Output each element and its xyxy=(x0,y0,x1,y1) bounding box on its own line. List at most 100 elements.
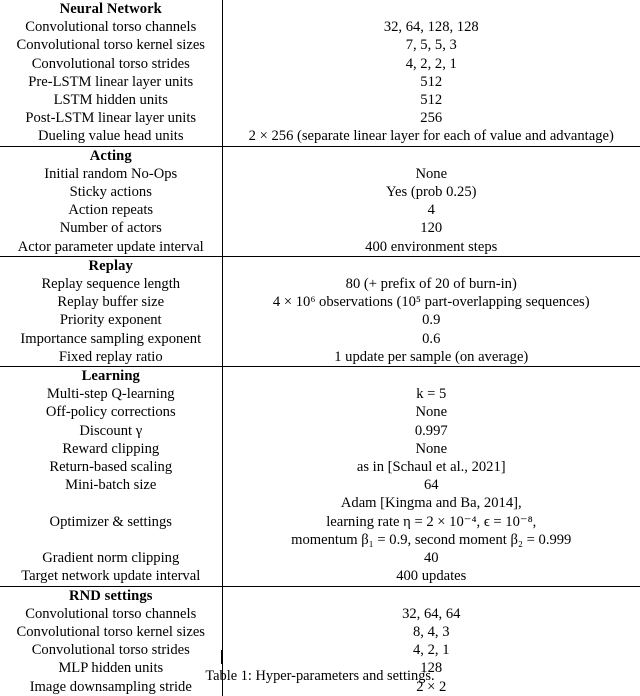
section-header-row: Neural Network xyxy=(0,0,640,18)
row-label: Actor parameter update interval xyxy=(0,238,222,257)
table-row: Actor parameter update interval 400 envi… xyxy=(0,238,640,257)
table-body: Neural Network Convolutional torso chann… xyxy=(0,0,640,696)
row-value: 512 xyxy=(222,91,640,109)
row-value: 4, 2, 1 xyxy=(222,641,640,659)
row-value: 0.6 xyxy=(222,330,640,348)
row-value: 4 xyxy=(222,201,640,219)
section-header-value-spacer xyxy=(222,0,640,18)
row-label: Convolutional torso strides xyxy=(0,55,222,73)
table-row: Sticky actions Yes (prob 0.25) xyxy=(0,183,640,201)
table-row: Fixed replay ratio 1 update per sample (… xyxy=(0,348,640,367)
row-value: 0.997 xyxy=(222,422,640,440)
row-value: None xyxy=(222,165,640,183)
table-figure-page: Neural Network Convolutional torso chann… xyxy=(0,0,640,684)
row-label: Action repeats xyxy=(0,201,222,219)
row-label: Initial random No-Ops xyxy=(0,165,222,183)
optimizer-line-3: momentum β₁ = 0.9, second moment β₂ = 0.… xyxy=(223,531,640,549)
row-value: 4, 2, 2, 1 xyxy=(222,55,640,73)
row-value: as in [Schaul et al., 2021] xyxy=(222,458,640,476)
table-row: Priority exponent 0.9 xyxy=(0,311,640,329)
row-value: 4 × 10⁶ observations (10⁵ part-overlappi… xyxy=(222,293,640,311)
table-row-optimizer: Optimizer & settings Adam [Kingma and Ba… xyxy=(0,494,640,549)
section-header-row: Replay xyxy=(0,256,640,275)
row-label: Target network update interval xyxy=(0,567,222,586)
table-row: Convolutional torso channels 32, 64, 64 xyxy=(0,605,640,623)
table-row: LSTM hidden units 512 xyxy=(0,91,640,109)
row-label: Reward clipping xyxy=(0,440,222,458)
section-header-value-spacer xyxy=(222,586,640,605)
table-row: Mini-batch size 64 xyxy=(0,476,640,494)
table-row: Target network update interval 400 updat… xyxy=(0,567,640,586)
table-row: Post-LSTM linear layer units 256 xyxy=(0,109,640,127)
row-value: None xyxy=(222,440,640,458)
row-label: Convolutional torso strides xyxy=(0,641,222,659)
section-header-value-spacer xyxy=(222,256,640,275)
row-label-optimizer: Optimizer & settings xyxy=(0,494,222,549)
optimizer-line-2: learning rate η = 2 × 10⁻⁴, ϵ = 10⁻⁸, xyxy=(223,513,640,531)
row-label: Fixed replay ratio xyxy=(0,348,222,367)
table-row: Replay sequence length 80 (+ prefix of 2… xyxy=(0,275,640,293)
row-value: 2 × 256 (separate linear layer for each … xyxy=(222,127,640,146)
row-label: Post-LSTM linear layer units xyxy=(0,109,222,127)
table-row: Off-policy corrections None xyxy=(0,403,640,421)
row-label: Replay buffer size xyxy=(0,293,222,311)
row-value: 32, 64, 128, 128 xyxy=(222,18,640,36)
row-value: 0.9 xyxy=(222,311,640,329)
section-header-row: Acting xyxy=(0,146,640,165)
row-label: Priority exponent xyxy=(0,311,222,329)
optimizer-line-1: Adam [Kingma and Ba, 2014], xyxy=(223,494,640,512)
row-value: Yes (prob 0.25) xyxy=(222,183,640,201)
table-row: Pre-LSTM linear layer units 512 xyxy=(0,73,640,91)
row-value: 1 update per sample (on average) xyxy=(222,348,640,367)
row-value: k = 5 xyxy=(222,385,640,403)
table-row: Importance sampling exponent 0.6 xyxy=(0,330,640,348)
row-value: 400 environment steps xyxy=(222,238,640,257)
row-label: Convolutional torso channels xyxy=(0,18,222,36)
section-header-row: RND settings xyxy=(0,586,640,605)
table-row: Convolutional torso kernel sizes 8, 4, 3 xyxy=(0,623,640,641)
table-row: Convolutional torso channels 32, 64, 128… xyxy=(0,18,640,36)
row-label: Convolutional torso kernel sizes xyxy=(0,36,222,54)
row-label: Return-based scaling xyxy=(0,458,222,476)
row-label: Replay sequence length xyxy=(0,275,222,293)
section-header-value-spacer xyxy=(222,367,640,386)
table-row: Discount γ 0.997 xyxy=(0,422,640,440)
row-value: 256 xyxy=(222,109,640,127)
row-label: Sticky actions xyxy=(0,183,222,201)
table-row: Action repeats 4 xyxy=(0,201,640,219)
row-value: 32, 64, 64 xyxy=(222,605,640,623)
hyper-parameters-table: Neural Network Convolutional torso chann… xyxy=(0,0,640,696)
row-value: 7, 5, 5, 3 xyxy=(222,36,640,54)
row-label: Mini-batch size xyxy=(0,476,222,494)
row-value: 80 (+ prefix of 20 of burn-in) xyxy=(222,275,640,293)
row-value: 400 updates xyxy=(222,567,640,586)
row-value: 40 xyxy=(222,549,640,567)
row-value: 512 xyxy=(222,73,640,91)
row-label: Multi-step Q-learning xyxy=(0,385,222,403)
row-label: Discount γ xyxy=(0,422,222,440)
section-title-rnd-settings: RND settings xyxy=(0,586,222,605)
table-row: Dueling value head units 2 × 256 (separa… xyxy=(0,127,640,146)
row-value: 8, 4, 3 xyxy=(222,623,640,641)
row-label: Convolutional torso channels xyxy=(0,605,222,623)
row-value-optimizer: Adam [Kingma and Ba, 2014], learning rat… xyxy=(222,494,640,549)
row-value: 120 xyxy=(222,219,640,237)
section-title-acting: Acting xyxy=(0,146,222,165)
table-row: Initial random No-Ops None xyxy=(0,165,640,183)
table-row: Convolutional torso kernel sizes 7, 5, 5… xyxy=(0,36,640,54)
section-title-neural-network: Neural Network xyxy=(0,0,222,18)
table-row: Convolutional torso strides 4, 2, 1 xyxy=(0,641,640,659)
table-row: Multi-step Q-learning k = 5 xyxy=(0,385,640,403)
section-title-learning: Learning xyxy=(0,367,222,386)
row-label: LSTM hidden units xyxy=(0,91,222,109)
row-label: Dueling value head units xyxy=(0,127,222,146)
row-value: 64 xyxy=(222,476,640,494)
section-title-replay: Replay xyxy=(0,256,222,275)
table-row: Return-based scaling as in [Schaul et al… xyxy=(0,458,640,476)
row-label: Number of actors xyxy=(0,219,222,237)
row-label: Off-policy corrections xyxy=(0,403,222,421)
table-row: Reward clipping None xyxy=(0,440,640,458)
table-row: Replay buffer size 4 × 10⁶ observations … xyxy=(0,293,640,311)
row-value: None xyxy=(222,403,640,421)
row-label: Pre-LSTM linear layer units xyxy=(0,73,222,91)
